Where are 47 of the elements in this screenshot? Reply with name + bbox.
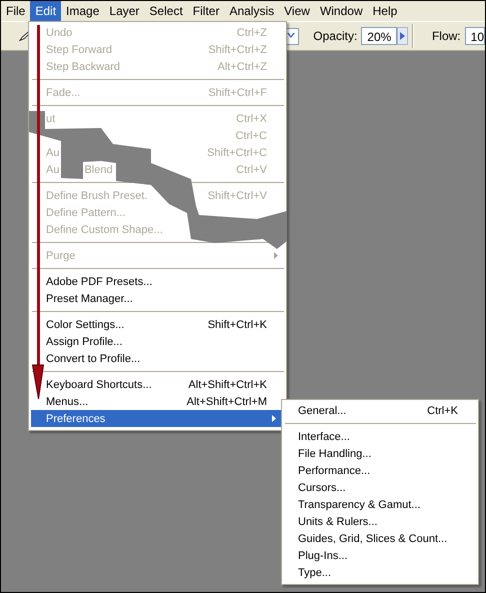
shortcut-text: Alt+Shift+Ctrl+M [186,396,267,408]
menu-item[interactable]: Performance... [282,462,478,479]
menu-item[interactable]: Convert to Profile... [46,352,140,364]
dropdown-arrow-icon [287,33,296,39]
flow-field[interactable]: 10 [464,27,485,45]
menu-bar-item[interactable]: Analysis [224,1,280,21]
menu-item[interactable]: Color Settings... [46,318,124,330]
menu-item[interactable]: Type... [282,564,478,581]
menu-bar-item[interactable]: Edit [30,1,62,21]
shortcut-text: Shift+Ctrl+K [208,318,267,330]
shortcut-text: Ctrl+C [236,130,267,142]
menu-item[interactable]: Transparency & Gamut... [282,496,478,513]
shortcut-text: Ctrl+X [236,112,267,124]
shortcut-text: Shift+Ctrl+Z [208,44,267,56]
menu-bar-item[interactable]: Help [368,1,402,21]
menu-item[interactable]: Adobe PDF Presets... [46,276,152,288]
opacity-slider-button[interactable] [397,27,408,45]
menu-item[interactable]: Cursors... [282,479,478,496]
menu-item[interactable]: Assign Profile... [46,336,122,348]
menu-item[interactable]: Preferences [31,410,284,427]
opacity-field[interactable]: 20% [361,27,398,45]
menu-item[interactable]: Preset Manager... [46,292,133,304]
shortcut-text: Alt+Ctrl+Z [217,60,267,72]
opacity-label: Opacity: [313,29,358,43]
menu-item[interactable]: File Handling... [282,445,478,462]
menu-bar-item[interactable]: View [279,1,315,21]
menu-bar-item[interactable]: File [1,1,30,21]
shortcut-text: Shift+Ctrl+C [207,146,267,158]
menu-item[interactable]: Guides, Grid, Slices & Count... [282,530,478,547]
menu-item[interactable]: Interface... [282,428,478,445]
shortcut-text: Shift+Ctrl+V [208,190,267,202]
shortcut-text: Shift+Ctrl+F [208,86,267,98]
menu-item[interactable]: Plug-Ins... [282,547,478,564]
menu-item[interactable]: Keyboard Shortcuts... [46,378,152,390]
menu-bar-item[interactable]: Window [314,1,368,21]
shortcut-text: Ctrl+Z [236,26,267,38]
flow-label: Flow: [432,29,461,43]
shortcut-text: Alt+Shift+Ctrl+K [188,378,267,390]
menu-item[interactable]: General... Ctrl+K [282,402,478,419]
menu-bar-item[interactable]: Select [144,1,188,21]
shortcut-text: Ctrl+V [236,164,267,176]
menu-item[interactable]: Menus... [46,396,88,408]
menu-bar-item[interactable]: Image [61,1,104,21]
triangle-icon [400,32,406,40]
menu-bar-item[interactable]: Layer [104,1,144,21]
menu-bar-item[interactable]: Filter [188,1,224,21]
menu-item[interactable]: Units & Rulers... [282,513,478,530]
